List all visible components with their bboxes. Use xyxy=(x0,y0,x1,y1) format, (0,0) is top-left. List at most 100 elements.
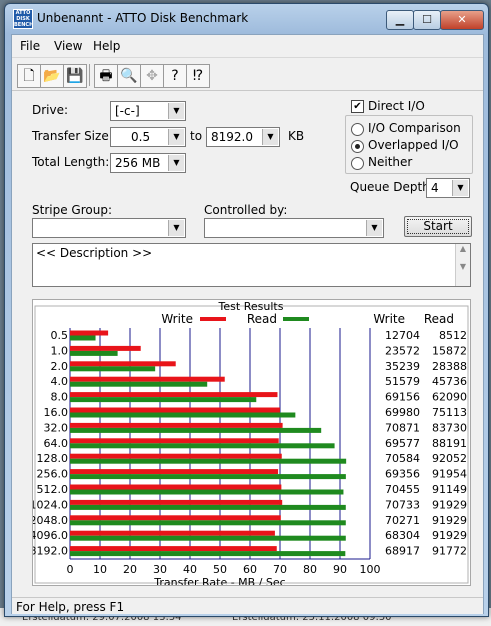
io-comparison-label: I/O Comparison xyxy=(368,121,461,135)
read-value: 91149 xyxy=(432,483,467,496)
read-value: 83730 xyxy=(432,421,467,434)
print-preview-icon[interactable]: 🔍 xyxy=(117,64,141,88)
row-size-label: 32.0 xyxy=(44,421,69,434)
write-value: 68917 xyxy=(385,545,420,558)
open-icon[interactable]: 📂 xyxy=(40,64,64,88)
direct-io-label: Direct I/O xyxy=(368,99,425,113)
row-size-label: 4096.0 xyxy=(33,529,68,542)
controlled-by-select[interactable]: ▼ xyxy=(204,218,384,238)
write-bar xyxy=(70,392,278,398)
chevron-down-icon: ▼ xyxy=(262,129,278,145)
write-bar xyxy=(70,530,275,536)
queue-depth-select[interactable]: 4 ▼ xyxy=(426,178,470,198)
transfer-to-value: 8192.0 xyxy=(211,130,253,144)
toolbar: 🗋 📂 💾 🖶 🔍 ✥ ? ⁉ xyxy=(12,58,483,91)
x-tick-label: 10 xyxy=(93,563,107,576)
row-size-label: 16.0 xyxy=(44,406,69,419)
help-icon[interactable]: ? xyxy=(163,64,187,88)
start-button[interactable]: Start xyxy=(404,216,472,237)
x-tick-label: 70 xyxy=(273,563,287,576)
legend-read-label: Read xyxy=(247,312,277,326)
menu-view[interactable]: View xyxy=(54,39,82,53)
minimize-button[interactable]: ▁ xyxy=(386,10,414,30)
x-tick-label: 100 xyxy=(360,563,381,576)
app-icon: ATTO DISK BENCH xyxy=(13,9,34,29)
read-value: 45736 xyxy=(432,375,467,388)
legend-read-swatch xyxy=(283,317,309,321)
x-tick-label: 40 xyxy=(183,563,197,576)
menu-bar: File View Help xyxy=(12,35,483,58)
read-bar xyxy=(70,535,346,541)
x-axis-label: Transfer Rate - MB / Sec xyxy=(153,576,285,585)
total-length-select[interactable]: 256 MB ▼ xyxy=(110,153,186,173)
write-bar xyxy=(70,345,141,351)
write-value: 70271 xyxy=(385,514,420,527)
write-value: 12704 xyxy=(385,329,420,342)
menu-help[interactable]: Help xyxy=(93,39,120,53)
controlled-by-label: Controlled by: xyxy=(204,203,288,217)
neither-radio[interactable] xyxy=(351,157,364,170)
client-area: File View Help 🗋 📂 💾 🖶 🔍 ✥ ? ⁉ Drive: [-… xyxy=(11,34,484,614)
overlapped-io-radio[interactable] xyxy=(351,140,364,153)
drive-select[interactable]: [-c-] ▼ xyxy=(110,101,186,121)
write-value: 68304 xyxy=(385,529,420,542)
row-size-label: 2048.0 xyxy=(33,514,68,527)
print-icon[interactable]: 🖶 xyxy=(94,64,118,88)
x-tick-label: 90 xyxy=(333,563,347,576)
chevron-down-icon: ▼ xyxy=(452,180,468,196)
queue-depth-label: Queue Depth: xyxy=(350,180,434,194)
read-value: 91954 xyxy=(432,468,467,481)
save-icon[interactable]: 💾 xyxy=(63,64,87,88)
description-text: << Description >> xyxy=(36,246,153,260)
toolbar-separator xyxy=(89,64,90,86)
transfer-size-to-select[interactable]: 8192.0 ▼ xyxy=(206,127,280,147)
transfer-size-from-select[interactable]: 0.5 ▼ xyxy=(110,127,186,147)
write-value: 23572 xyxy=(385,344,420,357)
row-size-label: 128.0 xyxy=(37,452,69,465)
legend-write-label: Write xyxy=(161,312,193,326)
status-text: For Help, press F1 xyxy=(16,600,125,614)
close-button[interactable]: ✕ xyxy=(440,10,484,30)
new-icon[interactable]: 🗋 xyxy=(17,64,41,88)
description-scrollbar[interactable]: ▲ ▼ xyxy=(455,244,470,286)
drive-label: Drive: xyxy=(32,103,69,117)
read-bar xyxy=(70,520,346,526)
maximize-button[interactable]: ☐ xyxy=(413,10,441,30)
kb-label: KB xyxy=(288,129,305,143)
stripe-group-select[interactable]: ▼ xyxy=(32,218,186,238)
row-size-label: 256.0 xyxy=(37,468,69,481)
io-comparison-radio[interactable] xyxy=(351,123,364,136)
write-value: 70871 xyxy=(385,421,420,434)
read-bar xyxy=(70,504,346,510)
queue-depth-value: 4 xyxy=(431,181,439,195)
write-value: 69156 xyxy=(385,391,420,404)
status-bar: For Help, press F1 xyxy=(12,597,483,614)
direct-io-checkbox[interactable]: ✔ xyxy=(351,100,364,113)
read-bar xyxy=(70,489,344,495)
row-size-label: 8.0 xyxy=(51,391,69,404)
write-value: 70584 xyxy=(385,452,420,465)
read-bar xyxy=(70,397,257,403)
write-value: 51579 xyxy=(385,375,420,388)
read-value: 91929 xyxy=(432,529,467,542)
read-bar xyxy=(70,551,346,557)
row-size-label: 1.0 xyxy=(51,344,69,357)
row-size-label: 512.0 xyxy=(37,483,69,496)
context-help-icon[interactable]: ⁉ xyxy=(186,64,210,88)
menu-file[interactable]: File xyxy=(20,39,40,53)
x-tick-label: 30 xyxy=(153,563,167,576)
description-textarea[interactable]: << Description >> ▲ ▼ xyxy=(32,243,471,287)
radio-selected-dot xyxy=(355,144,360,149)
read-value: 75113 xyxy=(432,406,467,419)
stripe-group-label: Stripe Group: xyxy=(32,203,112,217)
chevron-down-icon: ▼ xyxy=(168,129,184,145)
read-bar xyxy=(70,474,346,480)
x-tick-label: 60 xyxy=(243,563,257,576)
read-bar xyxy=(70,443,335,449)
move-icon[interactable]: ✥ xyxy=(140,64,164,88)
total-length-label: Total Length: xyxy=(32,155,110,169)
title-bar[interactable]: ATTO DISK BENCH Unbenannt - ATTO Disk Be… xyxy=(5,4,488,32)
write-bar xyxy=(70,330,109,336)
window-title: Unbenannt - ATTO Disk Benchmark xyxy=(37,11,249,25)
legend-write-swatch xyxy=(200,317,226,321)
